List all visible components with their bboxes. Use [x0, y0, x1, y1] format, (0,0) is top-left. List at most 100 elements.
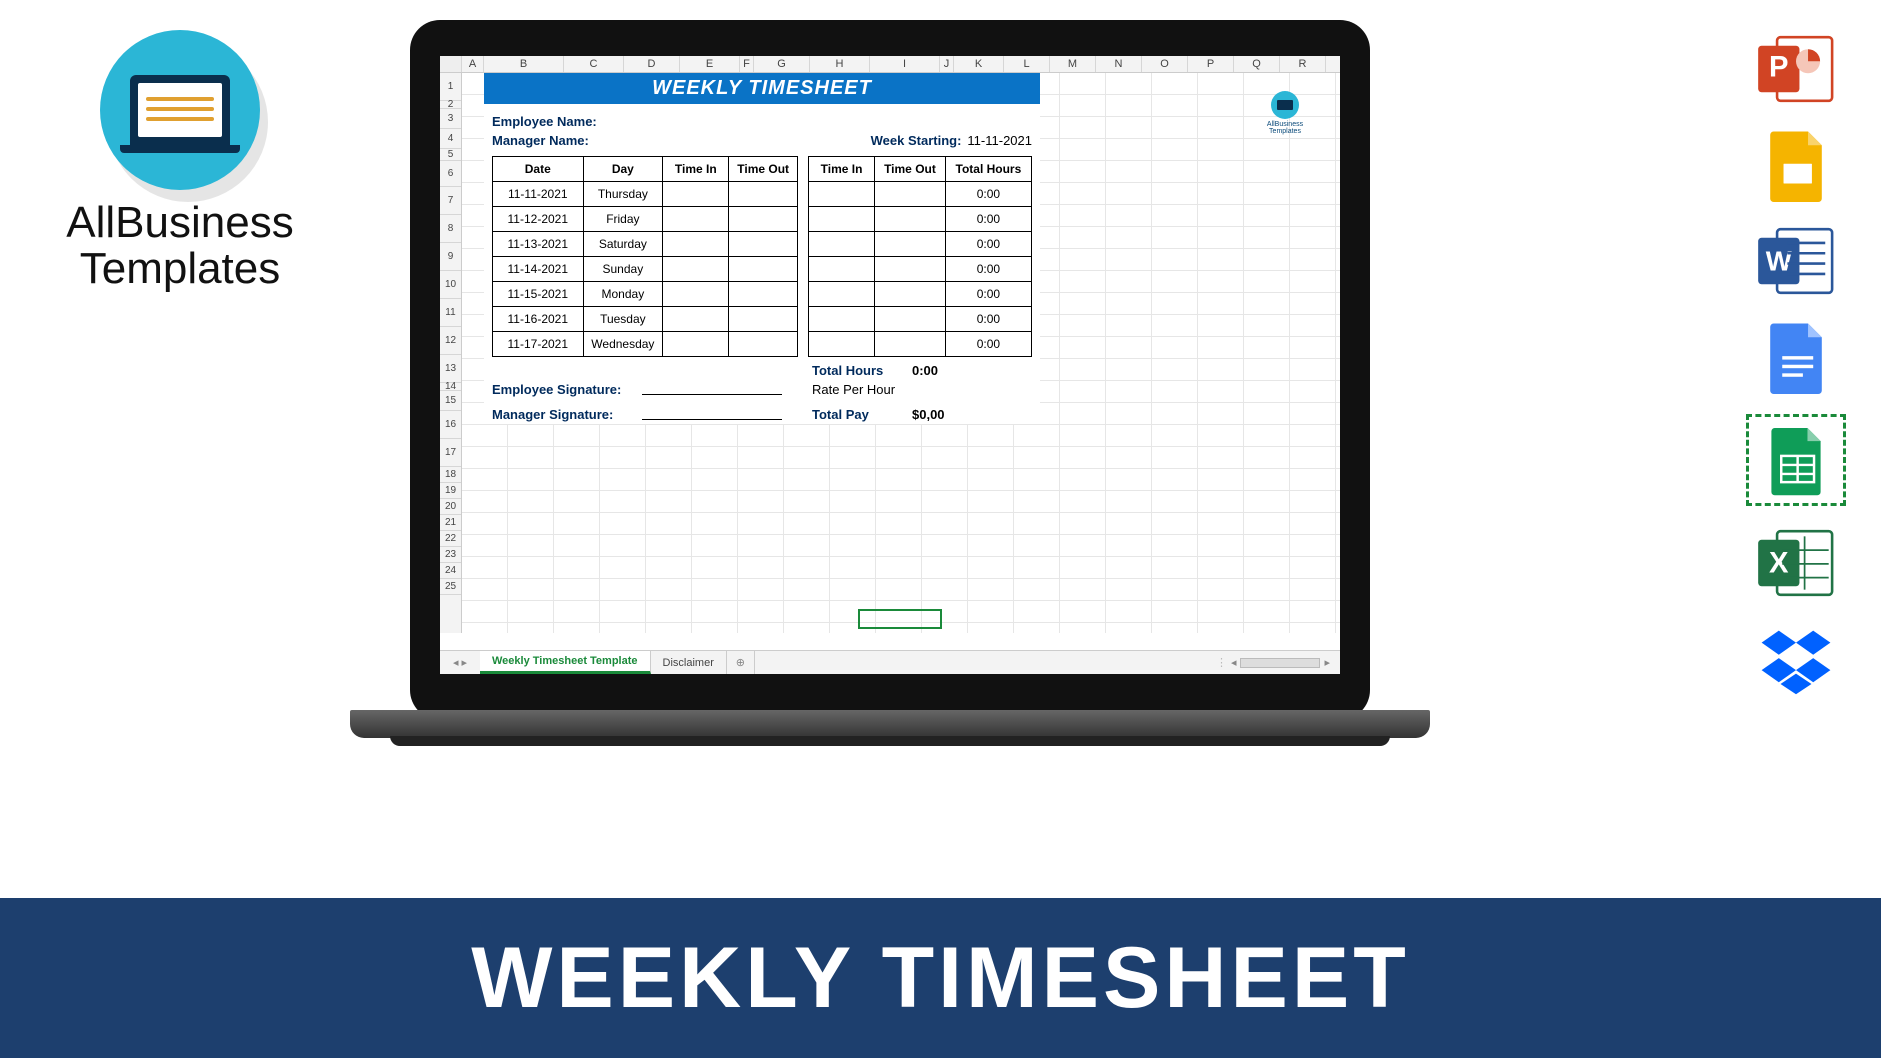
cell-timeout-1[interactable]: [729, 332, 797, 357]
cell-timein-2[interactable]: [808, 257, 874, 282]
col-J[interactable]: J: [940, 56, 954, 72]
row-24[interactable]: 24: [440, 563, 461, 579]
cell-timein-1[interactable]: [663, 182, 729, 207]
cell-timein-2[interactable]: [808, 182, 874, 207]
scroll-left-icon[interactable]: ◂: [1227, 656, 1241, 669]
cell-date[interactable]: 11-15-2021: [493, 282, 584, 307]
cell-day[interactable]: Sunday: [583, 257, 663, 282]
cell-timeout-2[interactable]: [875, 307, 946, 332]
row-14[interactable]: 14: [440, 383, 461, 391]
tab-disclaimer[interactable]: Disclaimer: [651, 651, 727, 674]
col-H[interactable]: H: [810, 56, 870, 72]
dropbox-icon[interactable]: [1753, 620, 1839, 698]
row-13[interactable]: 13: [440, 355, 461, 383]
table-row[interactable]: 11-11-2021Thursday0:00: [493, 182, 1032, 207]
cell-day[interactable]: Saturday: [583, 232, 663, 257]
col-L[interactable]: L: [1004, 56, 1050, 72]
excel-icon[interactable]: X: [1753, 524, 1839, 602]
cell-day[interactable]: Wednesday: [583, 332, 663, 357]
cell-timeout-1[interactable]: [729, 232, 797, 257]
mgr-sig-line[interactable]: [642, 407, 782, 420]
cell-timeout-2[interactable]: [875, 207, 946, 232]
row-7[interactable]: 7: [440, 187, 461, 215]
google-docs-icon[interactable]: [1753, 318, 1839, 396]
cell-timeout-2[interactable]: [875, 332, 946, 357]
row-3[interactable]: 3: [440, 109, 461, 129]
col-M[interactable]: M: [1050, 56, 1096, 72]
hscroll-track[interactable]: [1240, 658, 1320, 668]
col-P[interactable]: P: [1188, 56, 1234, 72]
cell-timein-1[interactable]: [663, 332, 729, 357]
cell-date[interactable]: 11-11-2021: [493, 182, 584, 207]
row-18[interactable]: 18: [440, 467, 461, 483]
cell-timeout-1[interactable]: [729, 207, 797, 232]
col-C[interactable]: C: [564, 56, 624, 72]
cell-day[interactable]: Friday: [583, 207, 663, 232]
week-value[interactable]: 11-11-2021: [967, 133, 1032, 148]
col-I[interactable]: I: [870, 56, 940, 72]
cell-timeout-2[interactable]: [875, 257, 946, 282]
cell-timeout-1[interactable]: [729, 307, 797, 332]
cell-timein-1[interactable]: [663, 282, 729, 307]
tab-nav-icon[interactable]: ◂ ▸: [440, 651, 480, 674]
cell-timein-2[interactable]: [808, 207, 874, 232]
cell-grid[interactable]: WEEKLY TIMESHEET Employee Name: Manager …: [462, 73, 1340, 633]
cell-timeout-2[interactable]: [875, 282, 946, 307]
row-22[interactable]: 22: [440, 531, 461, 547]
row-2[interactable]: 2: [440, 101, 461, 109]
row-23[interactable]: 23: [440, 547, 461, 563]
cell-date[interactable]: 11-16-2021: [493, 307, 584, 332]
cell-date[interactable]: 11-13-2021: [493, 232, 584, 257]
row-5[interactable]: 5: [440, 149, 461, 161]
table-row[interactable]: 11-13-2021Saturday0:00: [493, 232, 1032, 257]
row-9[interactable]: 9: [440, 243, 461, 271]
row-21[interactable]: 21: [440, 515, 461, 531]
cell-total[interactable]: 0:00: [945, 257, 1031, 282]
emp-sig-line[interactable]: [642, 382, 782, 395]
google-sheets-icon[interactable]: [1746, 414, 1846, 506]
col-F[interactable]: F: [740, 56, 754, 72]
cell-timeout-2[interactable]: [875, 182, 946, 207]
row-17[interactable]: 17: [440, 439, 461, 467]
col-A[interactable]: A: [462, 56, 484, 72]
cell-timein-1[interactable]: [663, 207, 729, 232]
cell-timeout-1[interactable]: [729, 182, 797, 207]
row-1[interactable]: 1: [440, 73, 461, 101]
row-12[interactable]: 12: [440, 327, 461, 355]
cell-timeout-1[interactable]: [729, 282, 797, 307]
cell-timein-1[interactable]: [663, 232, 729, 257]
cell-total[interactable]: 0:00: [945, 307, 1031, 332]
col-D[interactable]: D: [624, 56, 680, 72]
table-row[interactable]: 11-17-2021Wednesday 0:00: [493, 332, 1032, 357]
row-20[interactable]: 20: [440, 499, 461, 515]
col-O[interactable]: O: [1142, 56, 1188, 72]
row-11[interactable]: 11: [440, 299, 461, 327]
row-15[interactable]: 15: [440, 391, 461, 411]
cell-total[interactable]: 0:00: [945, 282, 1031, 307]
col-B[interactable]: B: [484, 56, 564, 72]
table-row[interactable]: 11-15-2021Monday0:00: [493, 282, 1032, 307]
col-E[interactable]: E: [680, 56, 740, 72]
add-sheet-button[interactable]: ⊕: [727, 651, 755, 674]
tab-weekly-timesheet[interactable]: Weekly Timesheet Template: [480, 651, 651, 674]
cell-total[interactable]: 0:00: [945, 332, 1031, 357]
column-headers[interactable]: A B C D E F G H I J K L M N O P Q R: [440, 56, 1340, 73]
hscroll-handle-icon[interactable]: ⋮: [1216, 656, 1227, 669]
col-N[interactable]: N: [1096, 56, 1142, 72]
powerpoint-icon[interactable]: P: [1753, 30, 1839, 108]
cell-date[interactable]: 11-17-2021: [493, 332, 584, 357]
cell-timein-2[interactable]: [808, 332, 874, 357]
timesheet-table[interactable]: Date Day Time In Time Out Time In Time O…: [492, 156, 1032, 357]
select-all-cell[interactable]: [440, 56, 462, 72]
col-Q[interactable]: Q: [1234, 56, 1280, 72]
word-icon[interactable]: W: [1753, 222, 1839, 300]
cell-total[interactable]: 0:00: [945, 182, 1031, 207]
cell-total[interactable]: 0:00: [945, 207, 1031, 232]
cell-date[interactable]: 11-12-2021: [493, 207, 584, 232]
row-25[interactable]: 25: [440, 579, 461, 595]
table-row[interactable]: 11-16-2021Tuesday 0:00: [493, 307, 1032, 332]
cell-timein-1[interactable]: [663, 257, 729, 282]
row-16[interactable]: 16: [440, 411, 461, 439]
cell-day[interactable]: Tuesday: [583, 307, 663, 332]
row-8[interactable]: 8: [440, 215, 461, 243]
